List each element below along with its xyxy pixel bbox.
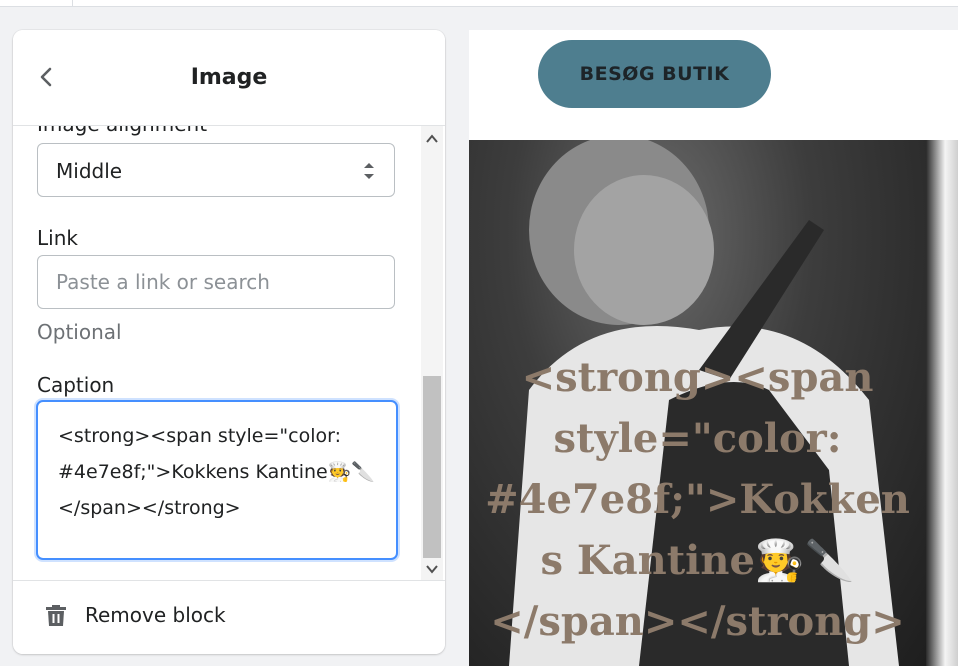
store-preview: BESØG BUTIK <strong><span style="color: … xyxy=(469,30,958,666)
remove-block-button[interactable]: Remove block xyxy=(45,603,226,627)
panel-footer: Remove block xyxy=(13,580,445,654)
visit-shop-button[interactable]: BESØG BUTIK xyxy=(538,40,771,108)
scrollbar-thumb[interactable] xyxy=(423,376,441,558)
chef-image: <strong><span style="color: #4e7e8f;">Ko… xyxy=(469,140,926,666)
image-caption: <strong><span style="color: #4e7e8f;">Ko… xyxy=(485,354,910,645)
link-input[interactable] xyxy=(37,255,395,309)
image-alignment-select[interactable]: Middle xyxy=(37,143,395,197)
image-alignment-label: Image alignment xyxy=(37,126,207,136)
image-settings-panel: Image Image alignment Middle Link Option… xyxy=(13,30,445,654)
chevron-down-icon[interactable] xyxy=(425,562,439,576)
image-alignment-value: Middle xyxy=(56,159,123,183)
top-bar-divider xyxy=(72,0,73,7)
top-bar xyxy=(0,0,958,7)
panel-body: Image alignment Middle Link Optional Cap… xyxy=(13,126,445,580)
panel-title: Image xyxy=(190,65,268,90)
next-slide-edge xyxy=(926,140,958,666)
link-label: Link xyxy=(37,226,78,250)
link-help-text: Optional xyxy=(37,320,122,344)
panel-scrollbar[interactable] xyxy=(421,126,443,580)
trash-icon xyxy=(46,605,66,626)
panel-header: Image xyxy=(13,30,445,126)
chevron-up-icon[interactable] xyxy=(425,132,439,146)
caption-textarea[interactable]: <strong><span style="color: #4e7e8f;">Ko… xyxy=(36,400,398,560)
remove-block-label: Remove block xyxy=(85,603,226,627)
select-arrows-icon xyxy=(364,163,374,179)
caption-label: Caption xyxy=(37,373,115,397)
